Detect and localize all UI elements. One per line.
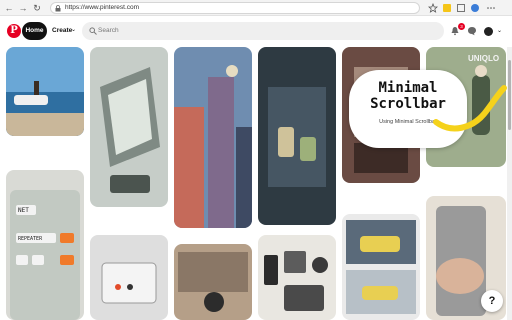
- collections-icon[interactable]: [456, 3, 466, 13]
- pin-laptop-illustration[interactable]: [90, 47, 168, 207]
- pin-car-shore[interactable]: [6, 47, 84, 136]
- more-icon[interactable]: [486, 3, 496, 13]
- home-button[interactable]: Home: [22, 22, 47, 40]
- favorites-icon[interactable]: [428, 3, 438, 13]
- keycap-net: NET: [18, 207, 29, 214]
- forward-icon[interactable]: →: [18, 3, 28, 13]
- pin-desk-study[interactable]: [174, 244, 252, 320]
- uniqlo-label: UNIQLO: [468, 54, 499, 63]
- site-header: P Home Create ⌄ Search 3 ⌄: [0, 17, 512, 47]
- pin-car-comic[interactable]: [342, 214, 420, 320]
- help-button[interactable]: ?: [481, 290, 503, 312]
- back-button[interactable]: ←: [4, 3, 14, 13]
- scrollbar-thumb[interactable]: [508, 60, 511, 130]
- pin-device-box[interactable]: [90, 235, 168, 320]
- search-input[interactable]: Search: [82, 22, 444, 40]
- yellow-swoosh-arrow-icon: [433, 85, 507, 132]
- pin-street-night[interactable]: [174, 47, 252, 228]
- pin-flatlay[interactable]: [258, 235, 336, 320]
- address-bar[interactable]: https://www.pinterest.com: [50, 2, 420, 14]
- messages-icon[interactable]: [467, 26, 477, 36]
- pinterest-logo[interactable]: P: [7, 24, 21, 38]
- notification-badge: 3: [458, 23, 465, 30]
- chevron-down-icon[interactable]: ⌄: [71, 26, 76, 33]
- avatar[interactable]: [484, 27, 493, 36]
- create-button[interactable]: Create: [52, 27, 72, 34]
- profile-icon[interactable]: [470, 3, 480, 13]
- pin-keyboard-keys[interactable]: NET REPEATER: [6, 170, 84, 320]
- pin-cafe-cups[interactable]: [258, 47, 336, 225]
- search-icon: [89, 27, 97, 35]
- reload-button[interactable]: ↻: [32, 3, 42, 13]
- lock-icon: [55, 5, 61, 12]
- search-placeholder: Search: [98, 27, 119, 34]
- url-text: https://www.pinterest.com: [65, 4, 140, 11]
- extension-icon[interactable]: [442, 3, 452, 13]
- browser-toolbar: ← → ↻ https://www.pinterest.com: [0, 0, 512, 16]
- account-chevron-icon[interactable]: ⌄: [497, 27, 502, 34]
- keycap-repeater: REPEATER: [18, 236, 43, 242]
